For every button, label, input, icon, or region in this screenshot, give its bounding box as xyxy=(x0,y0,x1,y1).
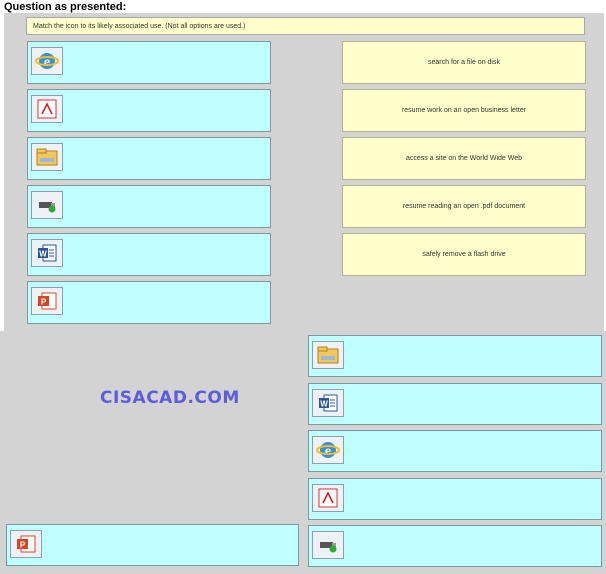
answer-slot[interactable] xyxy=(308,478,602,520)
safely-remove-hardware-icon xyxy=(312,531,344,559)
source-icon-slot[interactable] xyxy=(27,89,271,132)
source-icon-slot[interactable]: P xyxy=(27,281,271,324)
svg-text:P: P xyxy=(41,298,47,307)
svg-text:W: W xyxy=(320,400,328,409)
use-target[interactable]: resume work on an open business letter xyxy=(342,89,586,132)
use-target[interactable]: search for a file on disk xyxy=(342,41,586,84)
answer-slot[interactable] xyxy=(308,335,602,377)
powerpoint-icon: P xyxy=(31,287,63,315)
unused-icon-slot[interactable]: P xyxy=(6,524,299,566)
source-icon-slot[interactable]: e xyxy=(27,41,271,84)
answer-slot[interactable]: e xyxy=(308,430,602,472)
internet-explorer-icon: e xyxy=(31,47,63,75)
file-explorer-icon xyxy=(312,341,344,369)
pdf-reader-icon xyxy=(312,484,344,512)
question-heading: Question as presented: xyxy=(4,1,127,13)
file-explorer-icon xyxy=(31,143,63,171)
answer-slot[interactable] xyxy=(308,525,602,567)
source-icon-slot[interactable] xyxy=(27,185,271,228)
answer-slot[interactable]: W xyxy=(308,383,602,425)
use-target[interactable]: resume reading an open .pdf document xyxy=(342,185,586,228)
powerpoint-icon: P xyxy=(10,530,42,558)
safely-remove-hardware-icon xyxy=(31,191,63,219)
svg-text:W: W xyxy=(39,250,47,259)
word-document-icon: W xyxy=(31,239,63,267)
internet-explorer-icon: e xyxy=(312,436,344,464)
source-icon-slot[interactable]: W xyxy=(27,233,271,276)
svg-text:P: P xyxy=(20,541,26,550)
source-icon-slot[interactable] xyxy=(27,137,271,180)
use-target[interactable]: access a site on the World Wide Web xyxy=(342,137,586,180)
word-document-icon: W xyxy=(312,389,344,417)
pdf-reader-icon xyxy=(31,95,63,123)
watermark: CISACAD.COM xyxy=(100,388,240,408)
use-target[interactable]: safely remove a flash drive xyxy=(342,233,586,276)
instruction-text: Match the icon to its likely associated … xyxy=(26,17,585,35)
